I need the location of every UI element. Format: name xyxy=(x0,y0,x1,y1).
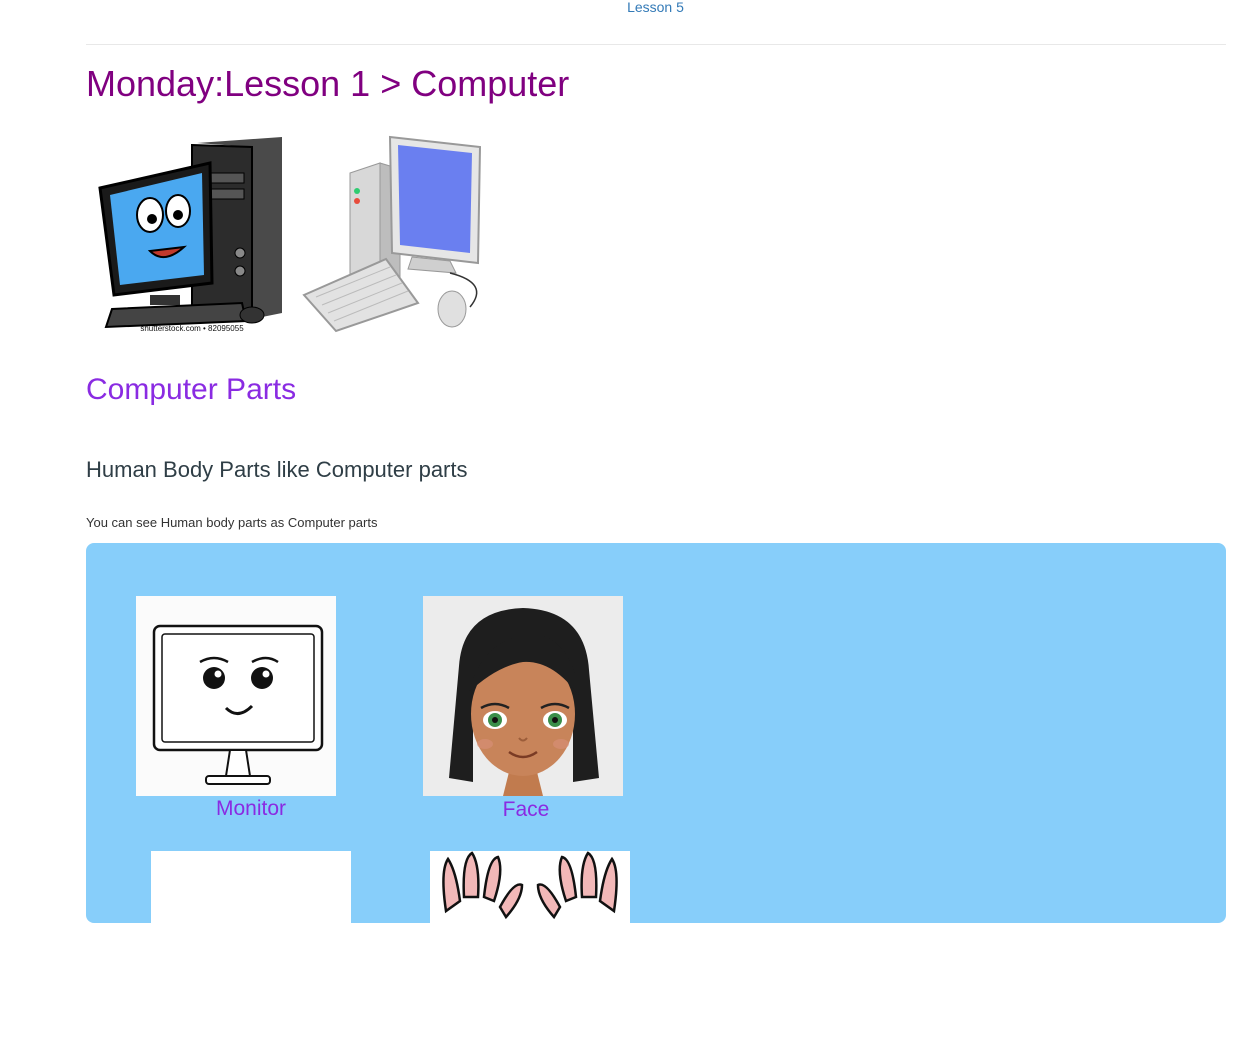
section-heading: Computer Parts xyxy=(86,373,297,406)
body-parts-panel: Monitor Face xyxy=(86,543,1226,1051)
header-divider xyxy=(86,44,1226,45)
card-label-face: Face xyxy=(502,798,550,821)
intro-text: You can see Human body parts as Computer… xyxy=(86,515,378,530)
card-label-monitor: Monitor xyxy=(215,797,287,820)
page-title: Monday:Lesson 1 > Computer xyxy=(86,63,570,104)
blank-card xyxy=(151,851,351,1051)
hero-caption: shutterstock.com • 82095055 xyxy=(140,324,244,333)
girl-face-icon xyxy=(423,596,623,796)
cartoon-computer-icon: shutterstock.com • 82095055 xyxy=(98,137,282,333)
hands-icon xyxy=(430,851,630,1051)
sub-heading: Human Body Parts like Computer parts xyxy=(86,457,468,482)
desktop-computer-icon xyxy=(302,135,482,333)
monitor-face-icon xyxy=(136,596,336,796)
lesson-5-link[interactable]: Lesson 5 xyxy=(0,0,1259,14)
